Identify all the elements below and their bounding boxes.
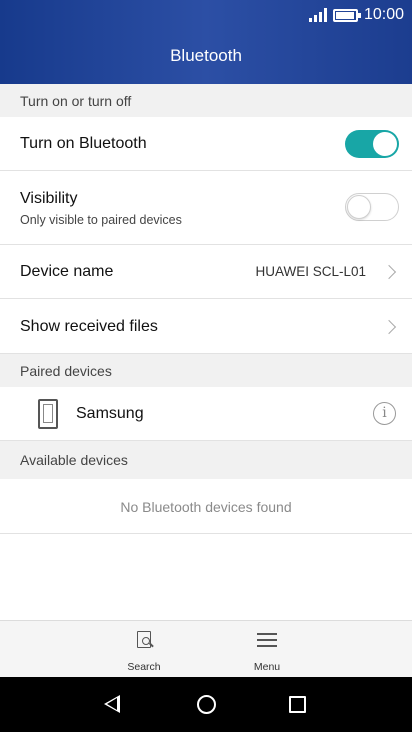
app-header: 10:00 Bluetooth xyxy=(0,0,412,84)
section-header-paired: Paired devices xyxy=(0,354,412,387)
paired-device-item[interactable]: Samsung i xyxy=(0,387,412,441)
device-name-row[interactable]: Device name HUAWEI SCL-L01 xyxy=(0,245,412,299)
page-title: Bluetooth xyxy=(170,46,242,65)
received-files-label: Show received files xyxy=(20,318,158,335)
available-devices-list: No Bluetooth devices found xyxy=(0,479,412,534)
empty-state-text: No Bluetooth devices found xyxy=(120,499,292,515)
device-name-value: HUAWEI SCL-L01 xyxy=(255,264,366,279)
search-icon xyxy=(137,631,151,648)
device-name-label: Device name xyxy=(20,263,114,280)
info-icon[interactable]: i xyxy=(373,402,396,425)
received-files-row[interactable]: Show received files xyxy=(0,299,412,354)
system-nav-bar xyxy=(0,677,412,732)
search-button-label: Search xyxy=(127,661,161,673)
chevron-right-icon xyxy=(381,319,397,335)
menu-icon xyxy=(257,633,277,647)
section-header-toggle: Turn on or turn off xyxy=(0,84,412,117)
visibility-sublabel: Only visible to paired devices xyxy=(20,213,182,227)
signal-icon xyxy=(308,8,327,22)
chevron-right-icon xyxy=(381,264,397,280)
menu-button[interactable]: Menu xyxy=(207,621,327,678)
visibility-row[interactable]: Visibility Only visible to paired device… xyxy=(0,171,412,245)
recent-apps-icon[interactable] xyxy=(289,696,306,713)
back-icon[interactable] xyxy=(104,695,120,713)
section-header-available: Available devices xyxy=(0,441,412,479)
visibility-label: Visibility xyxy=(20,190,78,207)
status-bar: 10:00 xyxy=(0,0,412,30)
bluetooth-toggle-label: Turn on Bluetooth xyxy=(20,135,147,152)
battery-icon xyxy=(332,8,361,22)
phone-icon xyxy=(38,399,58,429)
menu-button-label: Menu xyxy=(253,661,281,673)
bottom-action-bar: Search Menu xyxy=(0,620,412,677)
home-icon[interactable] xyxy=(197,695,216,714)
search-button[interactable]: Search xyxy=(84,621,204,678)
visibility-switch[interactable] xyxy=(345,193,399,221)
bluetooth-toggle-row[interactable]: Turn on Bluetooth xyxy=(0,117,412,171)
status-time: 10:00 xyxy=(363,6,404,23)
bluetooth-switch[interactable] xyxy=(345,130,399,158)
paired-device-name: Samsung xyxy=(76,405,144,422)
